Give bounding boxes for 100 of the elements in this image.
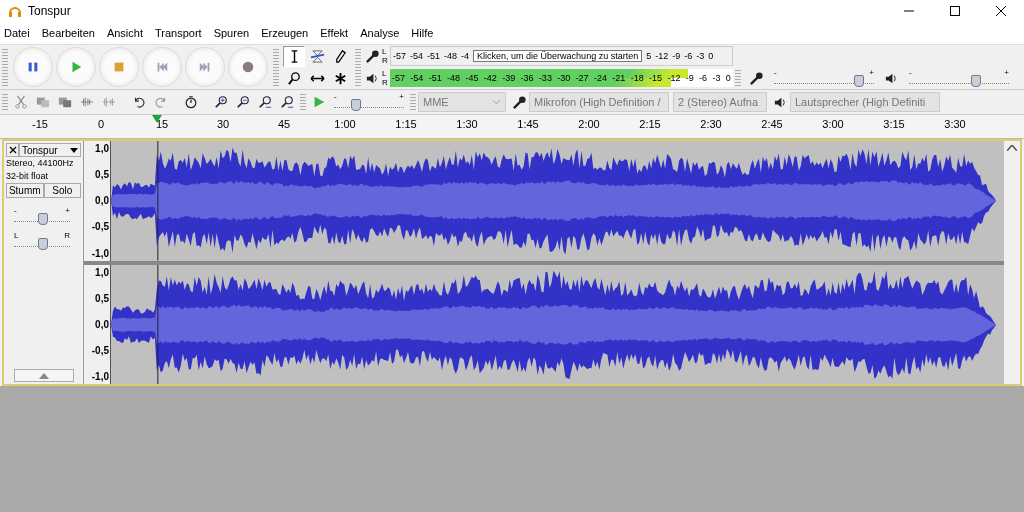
asterisk-icon bbox=[332, 71, 348, 86]
slider-min-label: L bbox=[14, 232, 19, 240]
paste-icon bbox=[58, 95, 72, 109]
meter-scale-label: -39 bbox=[502, 73, 516, 83]
meter-scale-label: -9 bbox=[672, 51, 681, 61]
slider-track[interactable] bbox=[774, 78, 874, 84]
maximize-icon[interactable] bbox=[950, 6, 960, 16]
slider-track[interactable] bbox=[909, 78, 1009, 84]
zoom-in-icon bbox=[214, 95, 228, 109]
solo-button[interactable]: Solo bbox=[43, 183, 81, 198]
timeline-ruler[interactable]: -15 0 15 30 45 1:00 1:15 1:30 1:45 2:00 2:15 2:30 2:45 3:00 3:15 3:30 bbox=[0, 115, 1024, 139]
menu-item[interactable]: Ansicht bbox=[106, 27, 143, 39]
microphone-icon[interactable] bbox=[365, 48, 380, 64]
meter-scale-label: -54 bbox=[410, 73, 424, 83]
redo-icon bbox=[154, 95, 168, 109]
slider-thumb[interactable] bbox=[38, 213, 48, 225]
ruler-label: 3:30 bbox=[944, 118, 966, 130]
channel-label: L bbox=[382, 47, 388, 56]
headphones-icon bbox=[8, 4, 22, 18]
slider-track[interactable] bbox=[334, 102, 404, 108]
meter-scale-label: -57 bbox=[392, 73, 405, 83]
menu-item[interactable]: Transport bbox=[155, 27, 202, 39]
menu-item[interactable]: Erzeugen bbox=[261, 27, 309, 39]
meter-scale-label: -57 bbox=[393, 51, 406, 61]
slider-max-label: + bbox=[65, 207, 70, 215]
track-info: 32-bit float bbox=[6, 170, 50, 183]
meter-scale-label: -54 bbox=[410, 51, 424, 61]
slider-thumb[interactable] bbox=[854, 74, 864, 87]
play-icon bbox=[312, 95, 326, 109]
menu-item[interactable]: Hilfe bbox=[411, 27, 434, 39]
ruler-label: 15 bbox=[155, 118, 169, 130]
slider-min-label: - bbox=[334, 92, 337, 101]
ruler-label: 2:00 bbox=[578, 118, 600, 130]
collapse-track-button[interactable] bbox=[13, 369, 74, 382]
meter-scale-label: -9 bbox=[685, 73, 694, 83]
slider-max-label: + bbox=[869, 68, 874, 77]
end-button[interactable] bbox=[185, 47, 225, 87]
meter-scale-label: -24 bbox=[593, 73, 607, 83]
pause-button[interactable] bbox=[13, 47, 53, 87]
ruler-label: 3:15 bbox=[883, 118, 905, 130]
chevron-down-icon bbox=[492, 99, 501, 105]
record-meter[interactable]: -57 -54 -51 -48 -4 Klicken, um die Überwachung zu starten 5 -12 -9 -6 -3 0 bbox=[390, 46, 733, 66]
meter-scale-label: -27 bbox=[575, 73, 589, 83]
record-button[interactable] bbox=[228, 47, 268, 87]
amplitude-label: -1,0 bbox=[91, 247, 109, 259]
close-icon bbox=[8, 146, 17, 154]
ruler-label: 2:30 bbox=[700, 118, 722, 130]
meter-scale-label: -6 bbox=[699, 73, 708, 83]
play-button[interactable] bbox=[56, 47, 96, 87]
stop-button[interactable] bbox=[99, 47, 139, 87]
record-icon bbox=[241, 60, 255, 74]
envelope-tool-icon bbox=[309, 49, 325, 64]
select-tool-button[interactable] bbox=[283, 46, 305, 67]
menu-item[interactable]: Effekt bbox=[320, 27, 349, 39]
ruler-label: -15 bbox=[32, 118, 48, 130]
meter-scale-label: -12 bbox=[655, 51, 669, 61]
slider-max-label: + bbox=[1004, 68, 1009, 77]
recording-device-dropdown[interactable]: Mikrofon (High Definition / bbox=[529, 92, 669, 112]
dropdown-triangle-icon bbox=[70, 147, 78, 153]
zoom-out-icon bbox=[236, 95, 250, 109]
recording-channels-dropdown[interactable]: 2 (Stereo) Aufna bbox=[673, 92, 767, 112]
mute-button[interactable]: Stumm bbox=[6, 183, 44, 198]
meter-scale-label: -3 bbox=[696, 51, 705, 61]
microphone-icon bbox=[512, 94, 527, 110]
slider-thumb[interactable] bbox=[971, 74, 981, 87]
skip-to-end-icon bbox=[198, 60, 212, 74]
amplitude-label: 0,5 bbox=[95, 292, 109, 304]
ruler-label: 2:15 bbox=[639, 118, 661, 130]
slider-max-label: R bbox=[64, 232, 70, 240]
trim-waveform-icon bbox=[80, 95, 94, 109]
amplitude-label: 1,0 bbox=[95, 143, 109, 154]
copy-icon bbox=[36, 95, 50, 109]
chevron-up-icon[interactable] bbox=[1007, 145, 1017, 151]
close-icon[interactable] bbox=[996, 6, 1006, 16]
meter-scale-label: -18 bbox=[630, 73, 644, 83]
ruler-label: 1:00 bbox=[334, 118, 356, 130]
ruler-label: 45 bbox=[277, 118, 291, 130]
amplitude-label: -0,5 bbox=[91, 344, 109, 356]
close-track-button[interactable] bbox=[6, 143, 19, 157]
ruler-label: 1:15 bbox=[395, 118, 417, 130]
track-name-menu[interactable]: Tonspur bbox=[19, 143, 81, 157]
menu-item[interactable]: Analyse bbox=[360, 27, 400, 39]
meter-scale-label: -15 bbox=[649, 73, 663, 83]
menu-item[interactable]: Bearbeiten bbox=[41, 27, 95, 39]
menu-item[interactable]: Datei bbox=[4, 27, 30, 39]
playback-device-dropdown[interactable]: Lautsprecher (High Definiti bbox=[790, 92, 940, 112]
pause-icon bbox=[26, 60, 40, 74]
zoom-to-selection-icon bbox=[258, 95, 272, 109]
amplitude-label: 1,0 bbox=[95, 266, 109, 278]
menu-item[interactable]: Spuren bbox=[213, 27, 250, 39]
start-button[interactable] bbox=[142, 47, 182, 87]
audio-host-dropdown[interactable]: MME bbox=[418, 92, 506, 112]
meter-scale-label: 5 bbox=[646, 51, 652, 61]
slider-min-label: - bbox=[909, 68, 912, 77]
amplitude-label: -0,5 bbox=[91, 221, 109, 233]
meter-scale-label: -3 bbox=[712, 73, 721, 83]
slider-thumb[interactable] bbox=[351, 98, 361, 111]
ruler-label: 30 bbox=[216, 118, 230, 130]
meter-scale-label: -48 bbox=[444, 51, 458, 61]
slider-thumb[interactable] bbox=[38, 238, 48, 250]
